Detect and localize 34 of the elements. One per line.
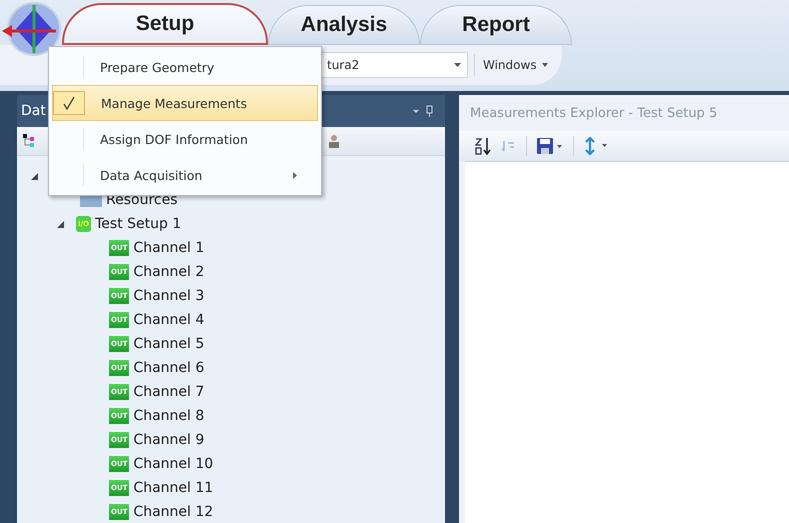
expand-arrow-icon[interactable] xyxy=(57,220,64,228)
ribbon-tab[interactable]: Analysis xyxy=(268,5,420,45)
ribbon-tab[interactable]: Setup xyxy=(62,3,268,45)
tree-item[interactable]: Channel 12 xyxy=(133,504,214,520)
panel-title: Dat xyxy=(21,103,46,119)
dropdown-arrow-icon xyxy=(454,63,461,67)
panel-title: Measurements Explorer - Test Setup 5 xyxy=(469,104,718,122)
save-icon[interactable] xyxy=(537,138,563,154)
tree-item[interactable]: Channel 7 xyxy=(133,384,204,400)
dropdown-arrow-icon xyxy=(542,63,548,67)
tree-item[interactable]: Channel 2 xyxy=(133,264,204,280)
check-icon xyxy=(63,96,75,110)
tree-item[interactable]: Channel 9 xyxy=(133,432,204,448)
expand-arrow-icon[interactable] xyxy=(31,172,38,180)
tree-view-icon[interactable] xyxy=(23,134,37,148)
tree-item[interactable]: Channel 3 xyxy=(133,288,204,304)
tree-item[interactable]: Test Setup 1 xyxy=(95,216,182,232)
tree-item[interactable]: Channel 6 xyxy=(133,360,204,376)
ribbon-tab[interactable]: Report xyxy=(420,5,572,45)
tree-item[interactable]: Resources xyxy=(106,192,178,208)
vertical-arrows-icon[interactable] xyxy=(584,137,610,155)
menu-item[interactable]: Assign DOF Information xyxy=(52,121,318,157)
tree-item[interactable]: Channel 1 xyxy=(133,240,204,256)
menu-item[interactable]: Manage Measurements xyxy=(52,85,318,121)
tree-item[interactable]: Channel 11 xyxy=(133,480,214,496)
person-icon[interactable] xyxy=(327,134,341,148)
sort-icon[interactable] xyxy=(474,137,492,155)
pin-icon[interactable] xyxy=(413,105,435,117)
tree-item[interactable]: Channel 5 xyxy=(133,336,204,352)
tree-item[interactable]: Channel 10 xyxy=(133,456,214,472)
tree-item[interactable]: Channel 4 xyxy=(133,312,204,328)
menu-item[interactable]: Data Acquisition xyxy=(52,157,318,193)
tree-item[interactable]: Channel 8 xyxy=(133,408,204,424)
windows-button[interactable]: Windows xyxy=(474,54,556,76)
